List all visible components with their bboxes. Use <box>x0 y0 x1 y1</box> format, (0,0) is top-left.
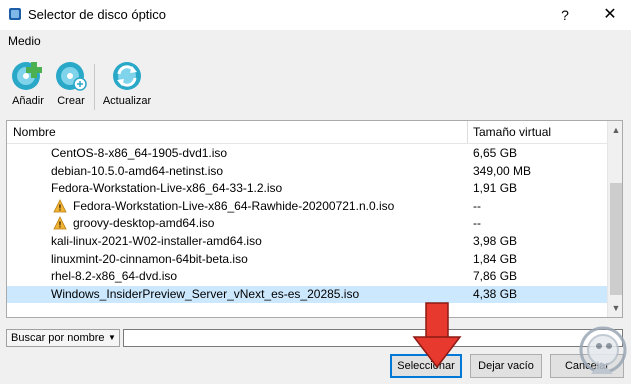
disk-size: -- <box>473 216 481 231</box>
disk-name: CentOS-8-x86_64-1905-dvd1.iso <box>51 146 228 160</box>
column-header-name[interactable]: Nombre <box>13 125 56 139</box>
warning-icon: ! <box>53 216 67 230</box>
disk-name: kali-linux-2021-W02-installer-amd64.iso <box>51 234 262 248</box>
leave-empty-button[interactable]: Dejar vacío <box>470 354 542 378</box>
disk-name: Fedora-Workstation-Live-x86_64-33-1.2.is… <box>51 181 283 196</box>
create-disk-icon <box>56 62 87 91</box>
vertical-scrollbar[interactable]: ▲ ▼ <box>607 121 622 317</box>
disk-size: 1,91 GB <box>473 181 518 196</box>
list-item[interactable]: Fedora-Workstation-Live-x86_64-33-1.2.is… <box>7 180 607 197</box>
close-button[interactable]: ✕ <box>596 4 624 26</box>
annotation-arrow-icon <box>412 302 462 369</box>
disk-name: Fedora-Workstation-Live-x86_64-Rawhide-2… <box>73 198 395 213</box>
disk-name: linuxmint-20-cinnamon-64bit-beta.iso <box>51 251 248 266</box>
disk-size: 3,98 GB <box>473 234 518 248</box>
disk-size: 1,84 GB <box>473 251 518 266</box>
disk-size: 4,38 GB <box>473 286 518 301</box>
scroll-down-icon[interactable]: ▼ <box>608 301 622 315</box>
list-item[interactable]: linuxmint-20-cinnamon-64bit-beta.iso 1,84… <box>7 251 607 268</box>
column-header-size[interactable]: Tamaño virtual <box>473 125 551 139</box>
virtualbox-app-icon <box>9 8 21 20</box>
title-bar: Selector de disco óptico ? ✕ <box>0 0 631 30</box>
search-input[interactable] <box>123 329 623 347</box>
list-item[interactable]: CentOS-8-x86_64-1905-dvd1.iso 6,65 GB <box>7 145 607 162</box>
column-divider[interactable] <box>467 121 468 143</box>
list-item[interactable]: kali-linux-2021-W02-installer-amd64.iso 3… <box>7 233 607 250</box>
warning-icon: ! <box>53 198 67 212</box>
window-title: Selector de disco óptico <box>28 7 167 22</box>
list-header: Nombre ⌃ Tamaño virtual <box>7 121 607 144</box>
disk-list[interactable]: Nombre ⌃ Tamaño virtual CentOS-8-x86_64-… <box>6 120 623 318</box>
disk-name: rhel-8.2-x86_64-dvd.iso <box>51 269 178 284</box>
refresh-label: Actualizar <box>102 95 152 107</box>
list-item[interactable]: debian-10.5.0-amd64-netinst.iso 349,00 MB <box>7 163 607 180</box>
refresh-button[interactable]: Actualizar <box>100 60 154 112</box>
list-item[interactable]: ! Fedora-Workstation-Live-x86_64-Rawhide-… <box>7 198 607 215</box>
disk-name: Windows_InsiderPreview_Server_vNext_es-e… <box>51 286 360 301</box>
disk-size: 6,65 GB <box>473 146 518 160</box>
help-button[interactable]: ? <box>553 4 577 26</box>
disk-size: 7,86 GB <box>473 269 518 284</box>
create-disk-button[interactable]: Crear <box>54 60 88 112</box>
disk-size: -- <box>473 198 481 213</box>
search-mode-label: Buscar por nombre <box>11 332 105 344</box>
add-disk-button[interactable]: Añadir <box>6 60 50 112</box>
search-mode-select[interactable]: Buscar por nombre ▼ <box>6 329 120 347</box>
disk-name: debian-10.5.0-amd64-netinst.iso <box>51 163 224 178</box>
sort-ascending-icon: ⌃ <box>233 120 242 129</box>
svg-text:!: ! <box>59 221 62 230</box>
svg-text:!: ! <box>59 203 62 212</box>
list-item[interactable]: ! groovy-desktop-amd64.iso -- <box>7 215 607 232</box>
disk-name: groovy-desktop-amd64.iso <box>73 216 215 231</box>
refresh-icon <box>113 62 141 90</box>
add-disk-icon <box>12 62 42 90</box>
list-item[interactable]: Windows_InsiderPreview_Server_vNext_es-e… <box>7 285 607 303</box>
toolbar-separator <box>94 64 95 110</box>
create-label: Crear <box>57 95 85 107</box>
list-item[interactable]: rhel-8.2-x86_64-dvd.iso 7,86 GB <box>7 268 607 285</box>
chevron-down-icon: ▼ <box>108 333 116 342</box>
scrollbar-thumb[interactable] <box>610 183 622 295</box>
add-label: Añadir <box>12 95 44 107</box>
disk-size: 349,00 MB <box>473 163 532 178</box>
watermark-logo-icon <box>579 326 627 374</box>
scroll-up-icon[interactable]: ▲ <box>608 123 622 137</box>
menu-medio[interactable]: Medio <box>8 34 41 48</box>
